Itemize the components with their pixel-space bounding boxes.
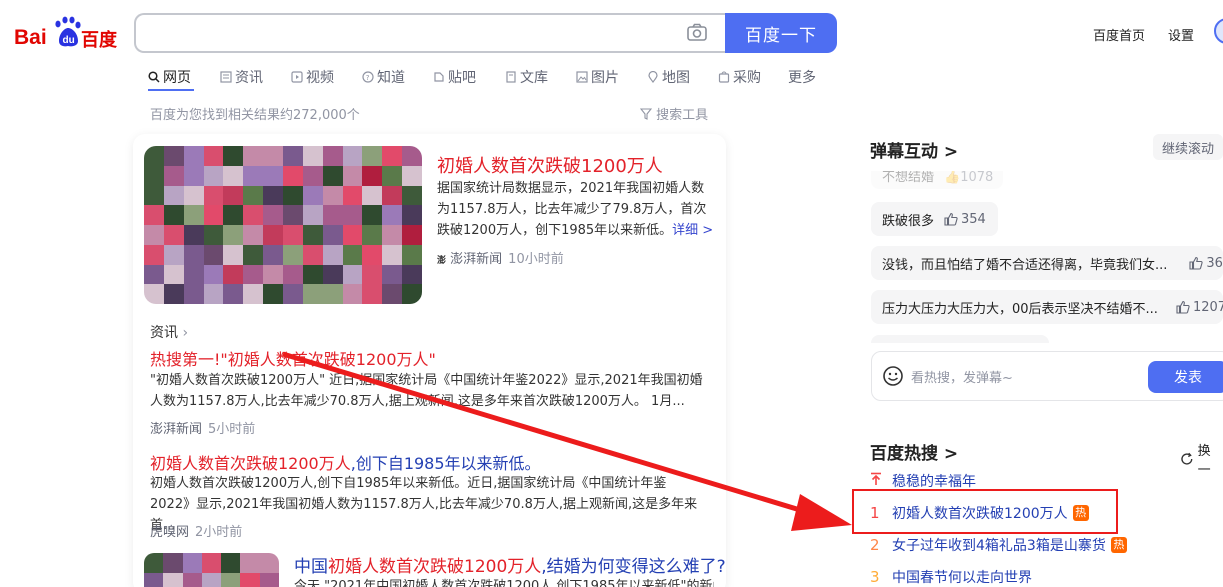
annotation-arrow bbox=[282, 351, 852, 531]
